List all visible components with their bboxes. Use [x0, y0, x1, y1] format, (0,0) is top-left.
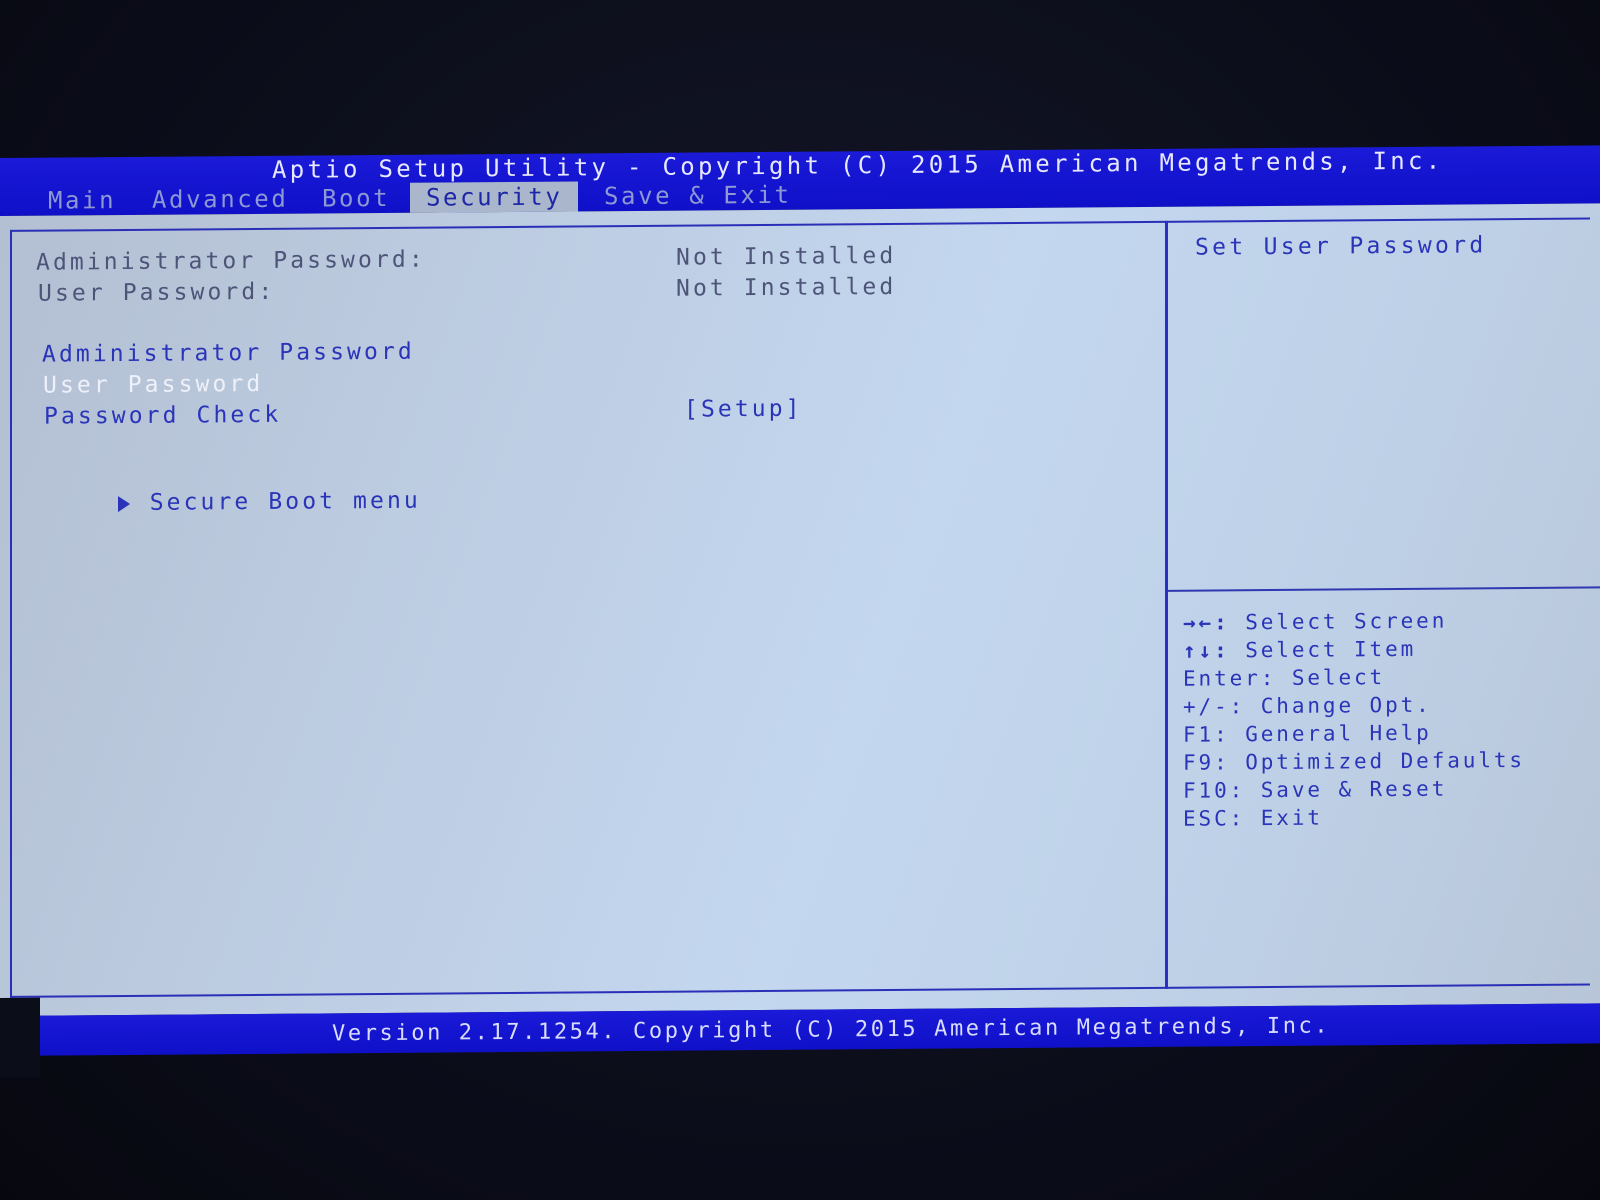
tab-save-exit[interactable]: Save & Exit — [604, 180, 792, 211]
user-password-item[interactable]: User Password — [43, 371, 263, 399]
secure-boot-menu-item[interactable]: Secure Boot menu — [16, 462, 421, 543]
help-description: Set User Password — [1195, 232, 1487, 261]
key-hint: +/-: Change Opt. — [1183, 692, 1432, 719]
arrow-up-down-icon: ↑↓: — [1183, 638, 1230, 663]
key-hint: Enter: Select — [1183, 665, 1386, 691]
tab-main[interactable]: Main — [48, 185, 116, 216]
key-legend: →←: Select Screen ↑↓: Select Item Enter:… — [1183, 606, 1525, 833]
tab-boot[interactable]: Boot — [322, 183, 390, 214]
key-hint: ↑↓: Select Item — [1183, 636, 1417, 663]
arrow-left-right-icon: →←: — [1183, 610, 1230, 635]
user-password-status-value: Not Installed — [676, 273, 897, 302]
bios-screen: Aptio Setup Utility - Copyright (C) 2015… — [0, 145, 1600, 1078]
content-area: Administrator Password: Not Installed Us… — [0, 203, 1600, 1017]
tab-security[interactable]: Security — [410, 181, 579, 213]
user-password-status-label: User Password: — [38, 278, 276, 307]
password-check-value[interactable]: [Setup] — [684, 396, 803, 423]
key-hint: F9: Optimized Defaults — [1183, 748, 1525, 775]
admin-password-item[interactable]: Administrator Password — [42, 339, 415, 368]
version-text: Version 2.17.1254. Copyright (C) 2015 Am… — [332, 1013, 1331, 1047]
key-hint: F1: General Help — [1183, 720, 1432, 747]
key-hint: F10: Save & Reset — [1183, 776, 1448, 803]
key-hint: ESC: Exit — [1183, 805, 1323, 831]
key-hint: →←: Select Screen — [1183, 608, 1448, 635]
admin-password-status-label: Administrator Password: — [36, 246, 426, 276]
bezel-shadow — [0, 997, 40, 1078]
triangle-right-icon — [117, 495, 130, 512]
pane-divider — [1165, 220, 1168, 989]
secure-boot-menu-label: Secure Boot menu — [149, 487, 421, 516]
admin-password-status-value: Not Installed — [676, 242, 897, 271]
tab-advanced[interactable]: Advanced — [152, 184, 288, 215]
password-check-item[interactable]: Password Check — [44, 402, 281, 430]
